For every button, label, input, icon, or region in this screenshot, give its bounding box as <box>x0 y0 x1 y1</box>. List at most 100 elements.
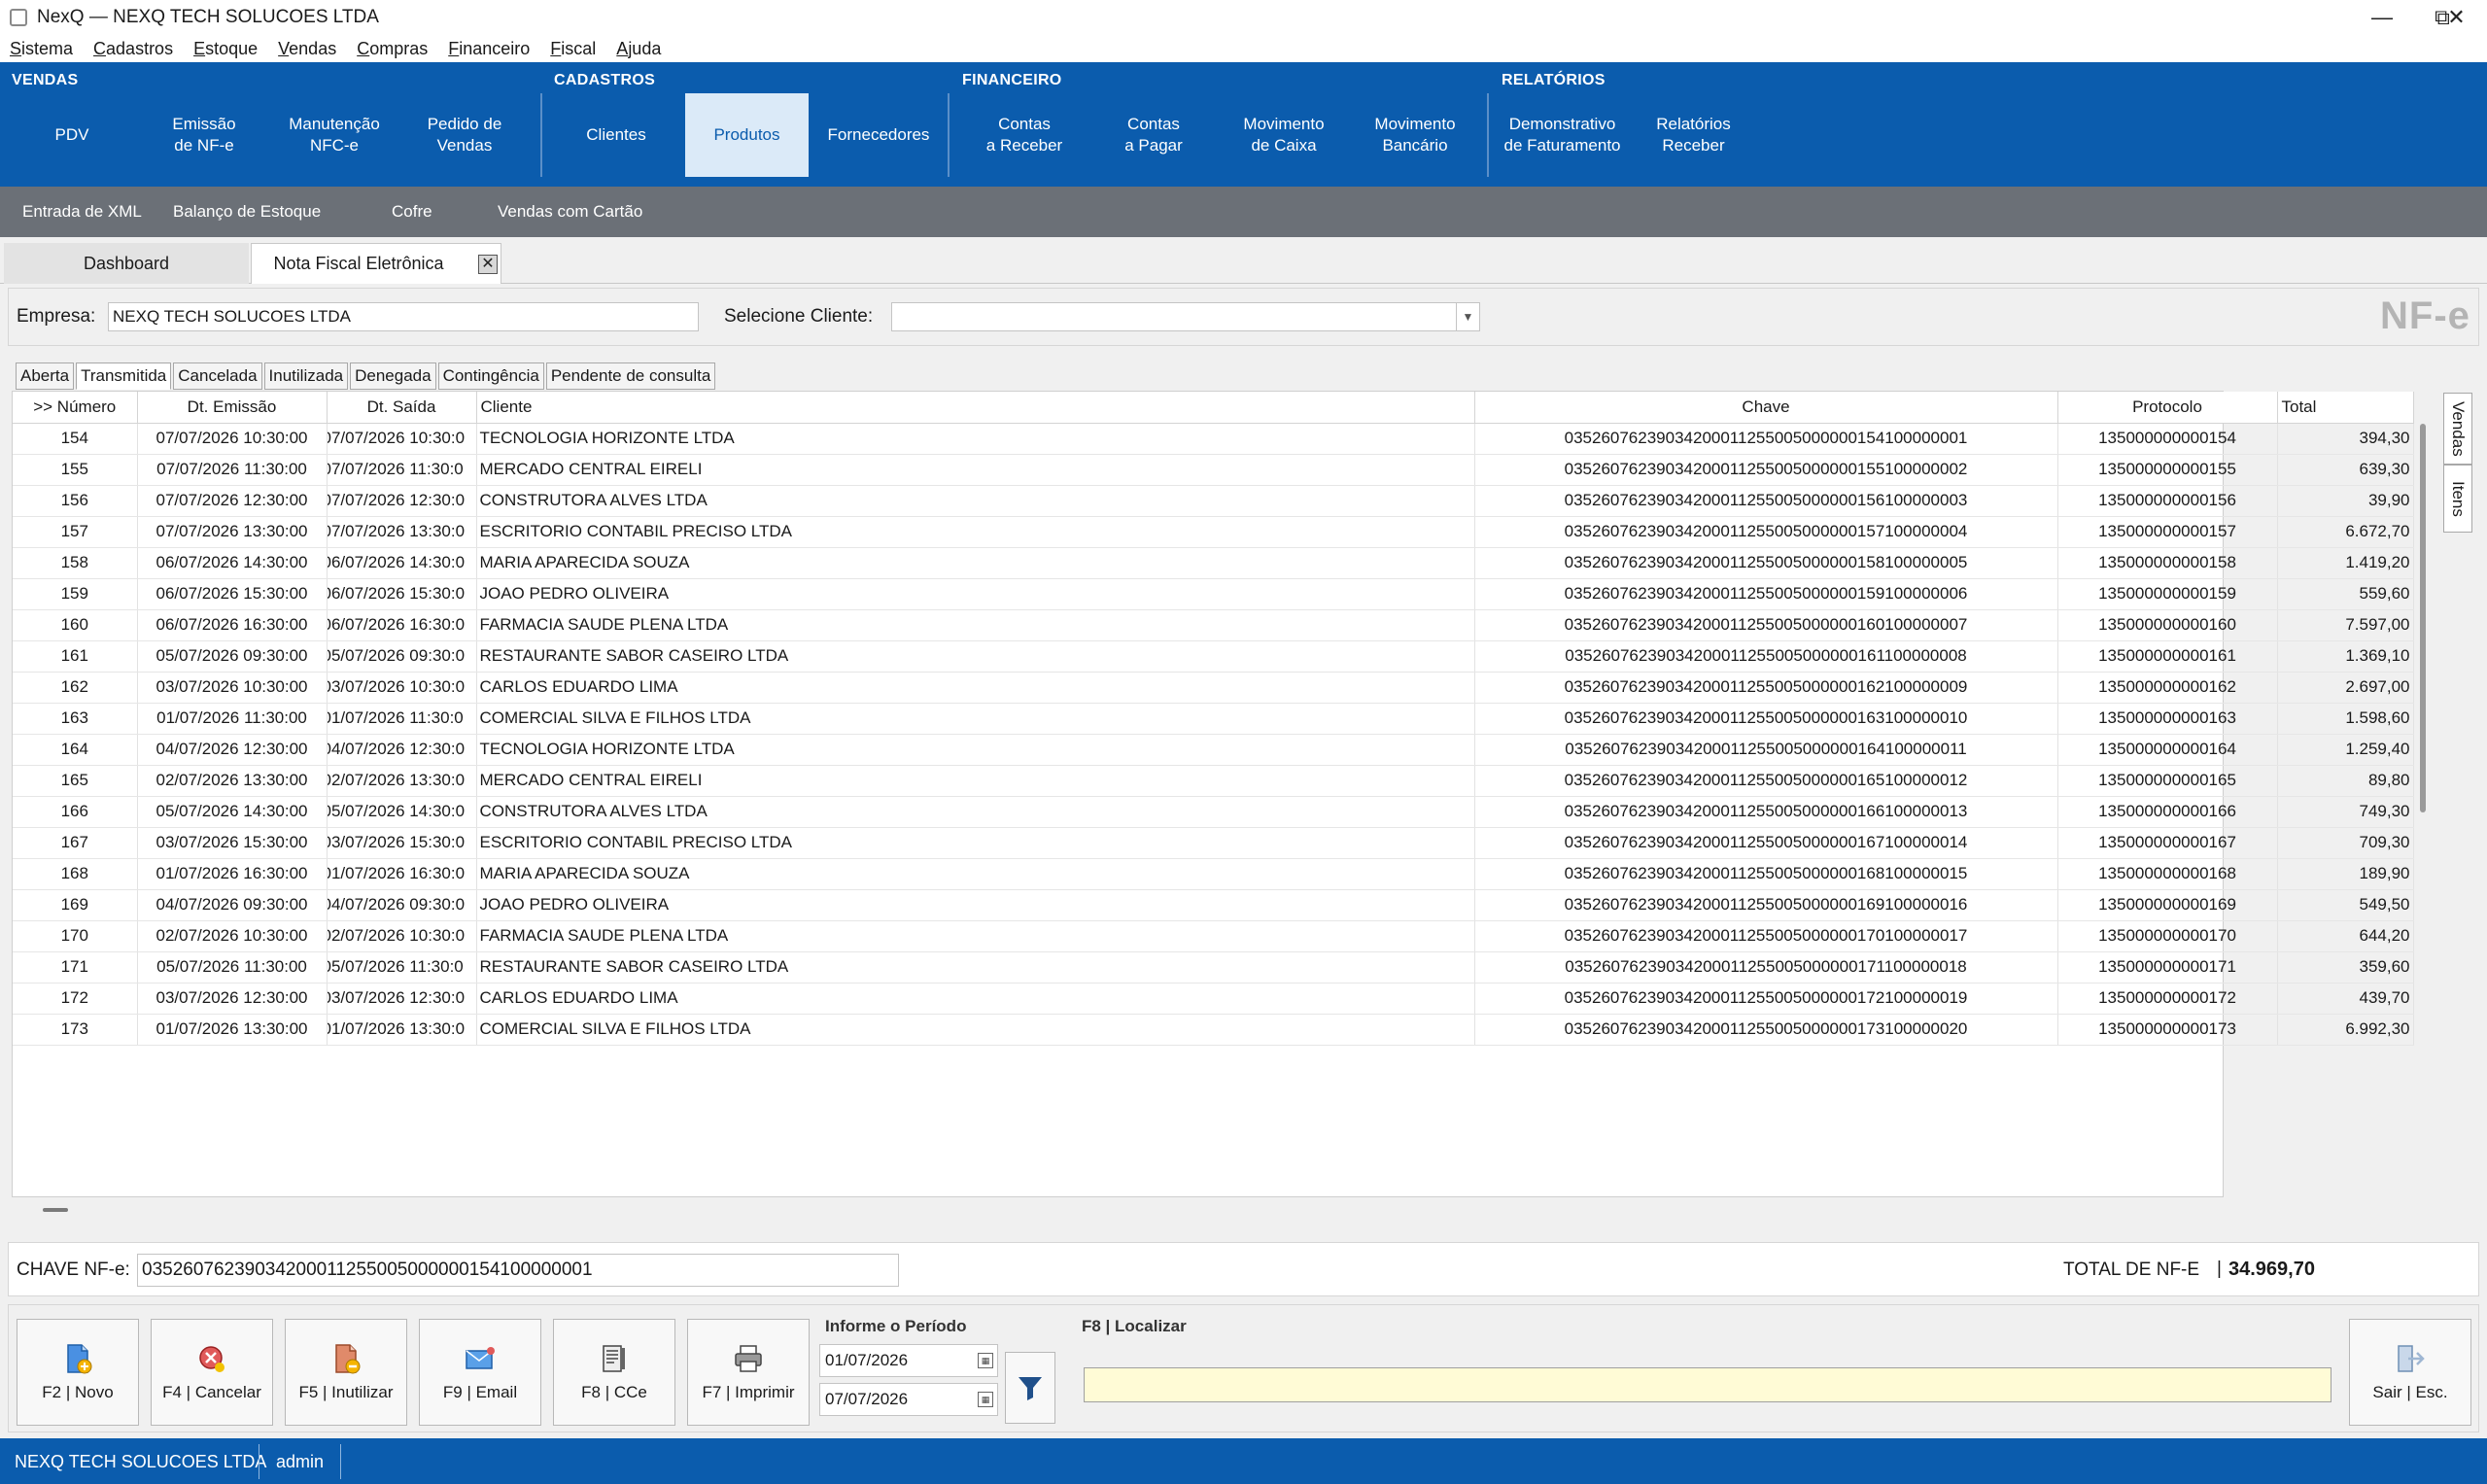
menu-sistema[interactable]: Sistema <box>10 39 73 59</box>
imprimir-button[interactable]: F7 | Imprimir <box>687 1319 810 1426</box>
table-row[interactable]: 164 04/07/2026 12:30:00 04/07/2026 12:30:0… <box>13 734 2414 766</box>
inutilizar-button[interactable]: F5 | Inutilizar <box>285 1319 407 1426</box>
ribbon-fornecedores-button[interactable]: Fornecedores <box>814 93 943 177</box>
email-button[interactable]: F9 | Email <box>419 1319 541 1426</box>
table-row[interactable]: 162 03/07/2026 10:30:00 03/07/2026 10:30:0… <box>13 672 2414 704</box>
side-tab-vendas-label: Vendas <box>2449 400 2468 457</box>
table-row[interactable]: 166 05/07/2026 14:30:00 05/07/2026 14:30:0… <box>13 796 2414 828</box>
cell-total: 394,30 <box>2277 423 2414 455</box>
tab-cancelada[interactable]: Cancelada <box>173 362 262 390</box>
cell-dt-saida: 02/07/2026 10:30:0 <box>327 920 477 952</box>
localizar-label: F8 | Localizar <box>1082 1317 1187 1335</box>
table-row[interactable]: 165 02/07/2026 13:30:00 02/07/2026 13:30:0… <box>13 765 2414 797</box>
table-row[interactable]: 156 07/07/2026 12:30:00 07/07/2026 12:30:0… <box>13 485 2414 517</box>
cell-dt-emissao: 05/07/2026 14:30:00 <box>137 796 328 828</box>
ribbon-movimento-caixa-button[interactable]: Movimento de Caixa <box>1220 93 1348 177</box>
side-tab-vendas[interactable]: Vendas <box>2443 393 2472 465</box>
col-cliente-header[interactable]: Cliente <box>476 392 1475 424</box>
cancelar-button[interactable]: F4 | Cancelar <box>151 1319 273 1426</box>
ribbon-clientes-button[interactable]: Clientes <box>552 93 680 177</box>
menu-vendas[interactable]: Vendas <box>278 39 336 59</box>
table-row[interactable]: 170 02/07/2026 10:30:00 02/07/2026 10:30:0… <box>13 920 2414 952</box>
menu-cadastros[interactable]: Cadastros <box>93 39 173 59</box>
table-row[interactable]: 173 01/07/2026 13:30:00 01/07/2026 13:30:0… <box>13 1014 2414 1046</box>
vendas-cartao-link[interactable]: Vendas com Cartão <box>498 202 642 222</box>
table-row[interactable]: 155 07/07/2026 11:30:00 07/07/2026 11:30:0… <box>13 454 2414 486</box>
chave-panel: CHAVE NF-e: 0352607623903420001125500500… <box>8 1242 2479 1296</box>
table-row[interactable]: 168 01/07/2026 16:30:00 01/07/2026 16:30:0… <box>13 858 2414 890</box>
col-numero-header[interactable]: >> Número <box>13 392 138 424</box>
col-protocolo-header[interactable]: Protocolo <box>2057 392 2278 424</box>
ribbon-produtos-button[interactable]: Produtos <box>685 93 809 177</box>
tab-nota-fiscal[interactable]: Nota Fiscal Eletrônica ✕ <box>251 243 501 284</box>
menu-ajuda[interactable]: Ajuda <box>616 39 661 59</box>
ribbon-pedido-vendas-button[interactable]: Pedido de Vendas <box>402 93 527 177</box>
ribbon-relatorios-receber-button[interactable]: Relatórios Receber <box>1633 93 1754 177</box>
cell-dt-emissao: 02/07/2026 13:30:00 <box>137 765 328 797</box>
void-document-icon <box>335 1344 361 1374</box>
tab-denegada[interactable]: Denegada <box>350 362 436 390</box>
tab-dashboard[interactable]: Dashboard <box>4 243 249 284</box>
tab-inutilizada[interactable]: Inutilizada <box>263 362 349 390</box>
date-to-field[interactable]: 07/07/2026 ▦ <box>819 1383 998 1416</box>
menu-estoque[interactable]: Estoque <box>193 39 258 59</box>
calendar-icon[interactable]: ▦ <box>978 1353 993 1368</box>
cofre-link[interactable]: Cofre <box>392 202 432 222</box>
novo-button[interactable]: F2 | Novo <box>17 1319 139 1426</box>
ribbon-demonstrativo-faturamento-button[interactable]: Demonstrativo de Faturamento <box>1497 93 1628 177</box>
apply-filter-button[interactable] <box>1005 1352 1055 1424</box>
tab-close-icon[interactable]: ✕ <box>478 255 498 274</box>
chevron-down-icon[interactable]: ▼ <box>1456 303 1479 330</box>
table-row[interactable]: 159 06/07/2026 15:30:00 06/07/2026 15:30:0… <box>13 578 2414 610</box>
table-row[interactable]: 154 07/07/2026 10:30:00 07/07/2026 10:30:0… <box>13 423 2414 455</box>
side-tab-itens[interactable]: Itens <box>2443 465 2472 533</box>
horizontal-scrollbar[interactable] <box>43 1208 68 1212</box>
table-row[interactable]: 169 04/07/2026 09:30:00 04/07/2026 09:30:0… <box>13 889 2414 921</box>
sair-button[interactable]: Sair | Esc. <box>2349 1319 2471 1426</box>
table-row[interactable]: 163 01/07/2026 11:30:00 01/07/2026 11:30:0… <box>13 703 2414 735</box>
menu-compras[interactable]: Compras <box>357 39 428 59</box>
action-panel: F2 | Novo F4 | Cancelar F5 | Inutilizar … <box>8 1304 2479 1432</box>
menu-fiscal[interactable]: Fiscal <box>550 39 596 59</box>
menu-financeiro[interactable]: Financeiro <box>448 39 530 59</box>
ribbon-manutencao-nfce-button[interactable]: Manutenção NFC-e <box>272 93 397 177</box>
empresa-field[interactable]: NEXQ TECH SOLUCOES LTDA <box>108 302 699 331</box>
table-row[interactable]: 157 07/07/2026 13:30:00 07/07/2026 13:30:0… <box>13 516 2414 548</box>
close-window-icon[interactable]: ✕ <box>2426 0 2487 35</box>
tab-transmitida[interactable]: Transmitida <box>76 362 172 390</box>
cell-dt-saida: 03/07/2026 15:30:0 <box>327 827 477 859</box>
vertical-scrollbar[interactable] <box>2420 424 2426 812</box>
ribbon-movimento-bancario-button[interactable]: Movimento Bancário <box>1351 93 1479 177</box>
cce-button[interactable]: F8 | CCe <box>553 1319 675 1426</box>
table-row[interactable]: 172 03/07/2026 12:30:00 03/07/2026 12:30:0… <box>13 983 2414 1015</box>
table-row[interactable]: 160 06/07/2026 16:30:00 06/07/2026 16:30:0… <box>13 609 2414 641</box>
table-row[interactable]: 171 05/07/2026 11:30:00 05/07/2026 11:30:0… <box>13 951 2414 984</box>
ribbon-separator <box>540 93 542 177</box>
cell-chave: 0352607623903420001125500500000017110000… <box>1474 951 2058 984</box>
table-row[interactable]: 161 05/07/2026 09:30:00 05/07/2026 09:30:0… <box>13 640 2414 673</box>
date-from-field[interactable]: 01/07/2026 ▦ <box>819 1344 998 1377</box>
table-row[interactable]: 167 03/07/2026 15:30:00 03/07/2026 15:30:0… <box>13 827 2414 859</box>
cell-dt-saida: 07/07/2026 10:30:0 <box>327 423 477 455</box>
localizar-input[interactable] <box>1084 1367 2332 1402</box>
balanco-estoque-link[interactable]: Balanço de Estoque <box>173 202 321 222</box>
ribbon-contas-receber-button[interactable]: Contas a Receber <box>960 93 1088 177</box>
tab-pendente-consulta[interactable]: Pendente de consulta <box>545 362 716 390</box>
calendar-icon[interactable]: ▦ <box>978 1392 993 1407</box>
table-row[interactable]: 158 06/07/2026 14:30:00 06/07/2026 14:30:0… <box>13 547 2414 579</box>
cliente-select[interactable]: ▼ <box>891 302 1480 331</box>
tab-aberta[interactable]: Aberta <box>16 362 75 390</box>
col-total-header[interactable]: Total <box>2277 392 2414 424</box>
cell-dt-saida: 05/07/2026 09:30:0 <box>327 640 477 673</box>
ribbon-pdv-button[interactable]: PDV <box>14 93 130 177</box>
col-chave-header[interactable]: Chave <box>1474 392 2058 424</box>
cell-cliente: COMERCIAL SILVA E FILHOS LTDA <box>476 1014 1475 1046</box>
ribbon-contas-pagar-button[interactable]: Contas a Pagar <box>1090 93 1217 177</box>
minimize-icon[interactable]: — <box>2352 0 2412 35</box>
tab-contingencia[interactable]: Contingência <box>437 362 544 390</box>
ribbon-emissao-nfe-button[interactable]: Emissão de NF-e <box>142 93 266 177</box>
col-dt-saida-header[interactable]: Dt. Saída <box>327 392 477 424</box>
chave-field[interactable]: 0352607623903420001125500500000015410000… <box>137 1254 899 1287</box>
entrada-xml-link[interactable]: Entrada de XML <box>22 202 142 222</box>
col-dt-emissao-header[interactable]: Dt. Emissão <box>137 392 328 424</box>
